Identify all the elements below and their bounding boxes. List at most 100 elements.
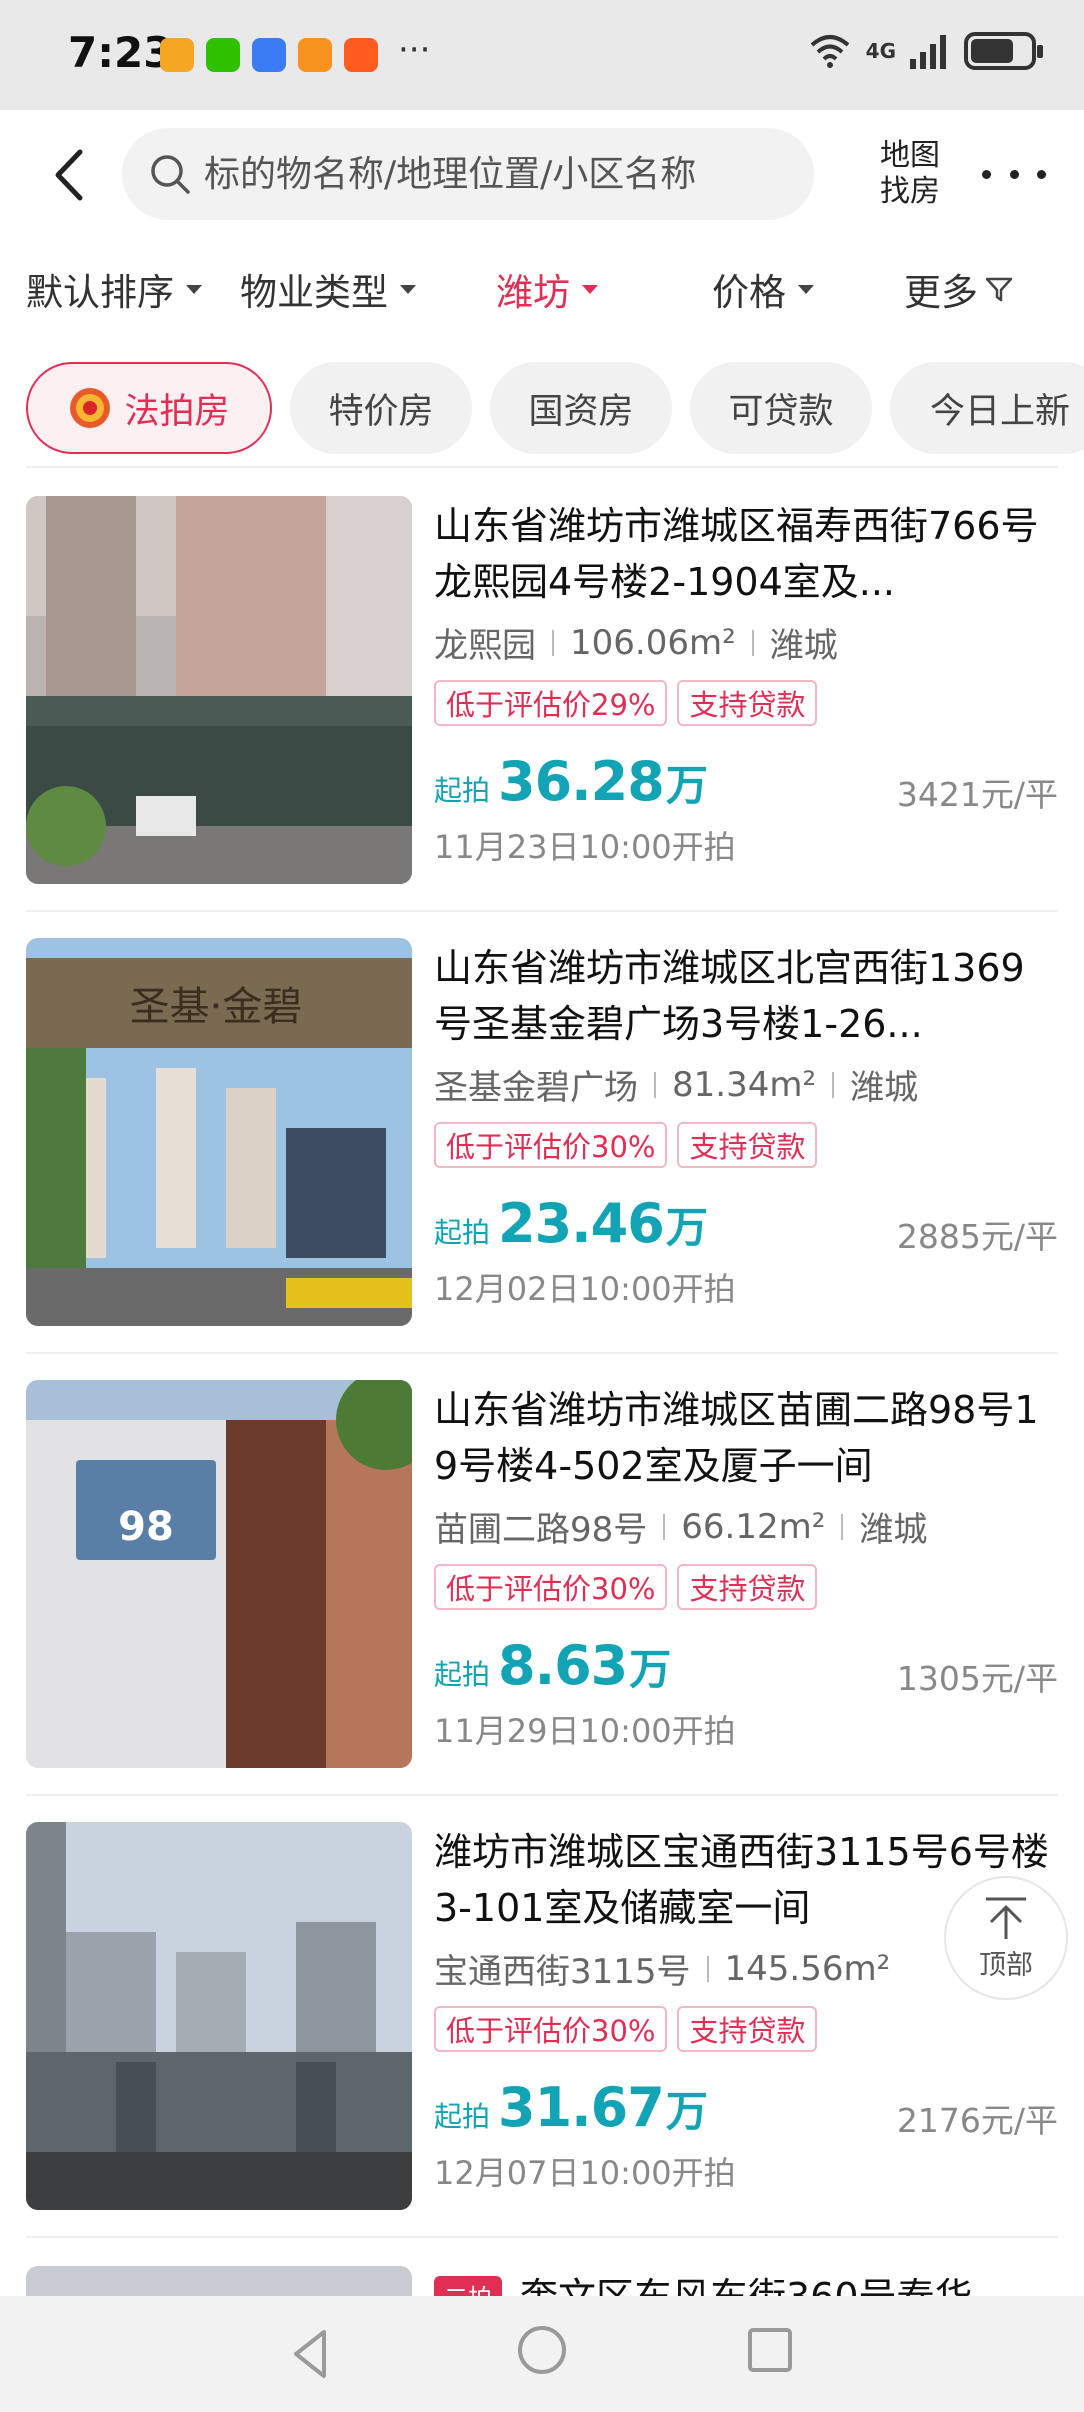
filter-more-label: 更多 xyxy=(904,271,978,314)
filter-property-type[interactable]: 物业类型 xyxy=(240,262,416,316)
status-bar: 7:23 ··· 4G xyxy=(0,0,1084,110)
price-value: 36.28 xyxy=(498,750,665,813)
notification-icons xyxy=(160,38,378,72)
tag-state-owned[interactable]: 国资房 xyxy=(490,362,672,454)
nav-recents-icon[interactable] xyxy=(748,2328,792,2372)
listing-price: 起拍 23.46 万 xyxy=(434,1192,708,1255)
discount-badge: 低于评估价30% xyxy=(434,2006,668,2052)
quick-tag-row: 法拍房 特价房 国资房 可贷款 今日上新 xyxy=(26,362,1084,456)
wechat-icon xyxy=(206,38,240,72)
weibo-icon xyxy=(160,38,194,72)
listing-district: 潍城 xyxy=(859,1510,928,1550)
listing-area: 81.34m² xyxy=(672,1064,817,1105)
map-search-line2: 找房 xyxy=(880,174,940,209)
listing-community: 宝通西街3115号 xyxy=(434,1952,691,1992)
price-unit: 万 xyxy=(629,1645,672,1694)
back-button[interactable] xyxy=(40,140,100,210)
listing-area: 106.06m² xyxy=(570,622,736,663)
listing-title: 山东省潍坊市潍城区福寿西街766号龙熙园4号楼2-1904室及... xyxy=(434,504,1039,604)
listing-community: 苗圃二路98号 xyxy=(434,1510,648,1550)
divider xyxy=(26,1352,1058,1354)
filter-bar: 默认排序 物业类型 潍坊 价格 更多 xyxy=(0,262,1084,322)
price-prefix: 起拍 xyxy=(434,774,491,807)
network-type: 4G xyxy=(865,39,896,63)
listing-meta: 龙熙园 106.06m² 潍城 xyxy=(434,618,838,667)
auction-date: 12月02日10:00开拍 xyxy=(434,1270,736,1308)
price-value: 31.67 xyxy=(498,2076,665,2139)
price-prefix: 起拍 xyxy=(434,2100,491,2133)
search-input[interactable] xyxy=(204,153,794,195)
battery-level xyxy=(971,39,1013,63)
filter-area[interactable]: 潍坊 xyxy=(496,262,598,316)
listing-district: 潍城 xyxy=(850,1068,919,1108)
status-right: 4G xyxy=(808,32,1043,70)
more-options-icon[interactable] xyxy=(982,150,1046,198)
filter-more[interactable]: 更多 xyxy=(904,262,1014,316)
listing-district: 潍城 xyxy=(769,626,838,666)
listing-photo: 圣基·金碧 xyxy=(26,938,412,1326)
price-unit: 万 xyxy=(665,761,708,810)
nav-home-icon[interactable] xyxy=(518,2326,566,2374)
tag-label: 特价房 xyxy=(328,391,434,432)
divider xyxy=(26,910,1058,912)
system-nav-bar xyxy=(0,2296,1084,2412)
caret-down-icon xyxy=(582,284,598,294)
unit-price: 2176元/平 xyxy=(896,2101,1058,2140)
listing-card[interactable]: 潍坊市潍城区宝通西街3115号6号楼3-101室及储藏室一间 宝通西街3115号… xyxy=(26,1822,1058,2210)
unit-price: 3421元/平 xyxy=(896,775,1058,814)
listing-title: 山东省潍坊市潍城区北宫西街1369号圣基金碧广场3号楼1-26... xyxy=(434,946,1025,1046)
divider xyxy=(26,466,1058,468)
back-to-top-label: 顶部 xyxy=(979,1949,1033,1981)
listing-price: 起拍 36.28 万 xyxy=(434,750,708,813)
listing-meta: 宝通西街3115号 145.56m² xyxy=(434,1944,890,1993)
filter-price[interactable]: 价格 xyxy=(712,262,814,316)
price-unit: 万 xyxy=(665,1203,708,1252)
listing-price: 起拍 31.67 万 xyxy=(434,2076,708,2139)
auction-date: 12月07日10:00开拍 xyxy=(434,2154,736,2192)
loan-badge: 支持贷款 xyxy=(677,1564,818,1610)
discount-badge: 低于评估价29% xyxy=(434,680,668,726)
nav-back-icon[interactable] xyxy=(284,2326,340,2382)
filter-property-type-label: 物业类型 xyxy=(240,271,388,314)
map-search-button[interactable]: 地图 找房 xyxy=(868,138,952,210)
map-search-line1: 地图 xyxy=(880,138,940,173)
price-prefix: 起拍 xyxy=(434,1658,491,1691)
tag-label: 今日上新 xyxy=(929,391,1070,432)
price-value: 23.46 xyxy=(498,1192,665,1255)
unit-price: 2885元/平 xyxy=(896,1217,1058,1256)
tag-special-price[interactable]: 特价房 xyxy=(290,362,472,454)
back-to-top-button[interactable]: 顶部 xyxy=(944,1876,1068,2000)
discount-badge: 低于评估价30% xyxy=(434,1564,668,1610)
listing-badges: 低于评估价30% 支持贷款 xyxy=(434,2006,818,2052)
listing-badges: 低于评估价30% 支持贷款 xyxy=(434,1564,818,1610)
tag-label: 可贷款 xyxy=(728,391,834,432)
status-time: 7:23 xyxy=(68,28,173,77)
tag-label: 法拍房 xyxy=(124,391,230,432)
tag-loanable[interactable]: 可贷款 xyxy=(690,362,872,454)
status-more: ··· xyxy=(398,30,431,70)
listing-card[interactable]: 山东省潍坊市潍城区福寿西街766号龙熙园4号楼2-1904室及... 龙熙园 1… xyxy=(26,496,1058,884)
tag-court-auction[interactable]: 法拍房 xyxy=(26,362,272,454)
listing-card[interactable]: 98 山东省潍坊市潍城区苗圃二路98号19号楼4-502室及厦子一间 苗圃二路9… xyxy=(26,1380,1058,1768)
gate-sign-text: 圣基·金碧 xyxy=(130,984,303,1030)
listing-community: 圣基金碧广场 xyxy=(434,1068,638,1108)
search-bar[interactable] xyxy=(122,128,814,220)
battery-icon xyxy=(964,32,1043,70)
listing-title: 山东省潍坊市潍城区苗圃二路98号19号楼4-502室及厦子一间 xyxy=(434,1388,1039,1488)
loan-badge: 支持贷款 xyxy=(677,1122,818,1168)
auction-date: 11月23日10:00开拍 xyxy=(434,828,736,866)
door-plate-number: 98 xyxy=(118,1504,174,1550)
price-value: 8.63 xyxy=(498,1634,628,1697)
calendar-icon xyxy=(252,38,286,72)
filter-sort[interactable]: 默认排序 xyxy=(26,262,202,316)
loan-badge: 支持贷款 xyxy=(677,2006,818,2052)
listing-card[interactable]: 圣基·金碧 山东省潍坊市潍城区北宫西街1369号圣基金碧广场3号楼1-26...… xyxy=(26,938,1058,1326)
video-app-icon xyxy=(298,38,332,72)
tag-new-today[interactable]: 今日上新 xyxy=(890,362,1084,454)
tag-label: 国资房 xyxy=(528,391,634,432)
arrow-up-icon xyxy=(986,1897,1026,1939)
divider xyxy=(26,1794,1058,1796)
divider xyxy=(26,2236,1058,2238)
court-auction-icon xyxy=(70,388,111,428)
app-screen: 7:23 ··· 4G 标的物名称/地理位置/小区名称 地图 找房 默认排序 物… xyxy=(0,0,1084,2412)
